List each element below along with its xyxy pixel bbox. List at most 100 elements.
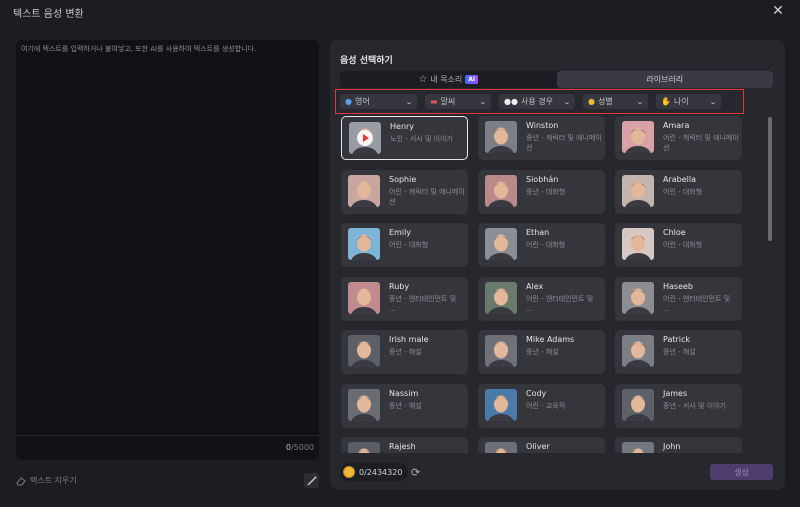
voice-avatar (485, 388, 517, 421)
voice-description: 중년 - 대화형 (526, 187, 566, 196)
ai-write-button[interactable] (304, 473, 319, 488)
voice-card[interactable]: James 중년 - 서사 및 이야기 (615, 383, 742, 428)
tab-my-voice-label: 내 목소리 (430, 75, 463, 84)
voice-card[interactable]: Sophie 어린 - 캐릭터 및 애니메이션 (341, 169, 468, 214)
voice-name: Amara (663, 121, 690, 130)
voice-avatar (622, 335, 654, 367)
voice-name: Arabella (663, 174, 697, 184)
voice-card[interactable]: Siobhán 중년 - 대화형 (478, 169, 605, 214)
refresh-icon[interactable]: ⟳ (411, 466, 420, 479)
voice-name: Siobhán (526, 174, 559, 184)
filter-gender-label: 성별 (597, 97, 613, 106)
play-icon[interactable] (357, 130, 373, 146)
tab-library[interactable]: 라이브러리 (556, 71, 773, 88)
voice-description: 노인 - 서사 및 이야기 (390, 135, 453, 143)
voice-name: Chloe (663, 228, 686, 237)
editor-placeholder: 여기에 텍스트를 입력하거나 붙여넣고, 또한 AI를 사용하여 텍스트를 생성… (21, 45, 257, 53)
generate-button[interactable]: 생성 (710, 464, 773, 480)
person-icon: ● (588, 97, 595, 106)
clear-text-button[interactable]: 텍스트 지우기 (16, 475, 77, 486)
voice-card[interactable]: Winston 중년 - 캐릭터 및 애니메이션 (478, 116, 605, 160)
star-icon: ☆ (418, 74, 428, 85)
voice-description: 어린 - 교육적 (526, 401, 566, 410)
voice-grid: Henry 노인 - 서사 및 이야기 Winston 중년 - 캐릭터 및 애니메이… (341, 116, 749, 453)
voice-description: 어린 - 엔터테인먼트 및 ... (663, 294, 731, 313)
voice-card[interactable]: Henry 노인 - 서사 및 이야기 (341, 116, 468, 160)
voice-description: 어린 - 캐릭터 및 애니메이션 (663, 134, 739, 152)
filter-accent[interactable]: ▬ 말씨 ⌄ (425, 94, 491, 109)
close-icon[interactable]: ✕ (770, 3, 786, 19)
char-counter: 0/5000 (286, 443, 314, 452)
clear-text-label: 텍스트 지우기 (30, 476, 77, 485)
voice-card[interactable]: Arabella 어린 - 대화형 (615, 169, 742, 214)
voice-description: 어린 - 대화형 (389, 241, 429, 249)
voice-avatar (348, 388, 380, 421)
voice-avatar (622, 121, 654, 153)
voice-avatar (485, 121, 517, 153)
voice-card[interactable]: Amara 어린 - 캐릭터 및 애니메이션 (615, 116, 742, 160)
voice-name: Alex (526, 281, 544, 291)
eraser-icon (16, 476, 26, 485)
voice-description: 중년 - 엔터테인먼트 및 ... (389, 294, 457, 313)
voice-name: Sophie (389, 174, 417, 184)
voice-avatar (348, 228, 380, 260)
voice-name: James (663, 388, 688, 398)
voice-card[interactable]: Emily 어린 - 대화형 (341, 223, 468, 267)
voice-avatar (485, 174, 517, 207)
ai-badge: AI (465, 75, 479, 84)
editor-divider (16, 435, 319, 436)
voice-card[interactable]: Ethan 어린 - 대화형 (478, 223, 605, 267)
voice-name: Ruby (389, 281, 410, 291)
voice-name: Henry (390, 122, 415, 131)
voice-panel-title: 음성 선택하기 (340, 56, 393, 66)
filter-language[interactable]: ● 영어 ⌄ (340, 94, 417, 109)
voice-card[interactable]: Rajesh (341, 437, 468, 453)
voice-card[interactable]: Irish male 중년 - 해설 (341, 330, 468, 374)
voice-card[interactable]: Mike Adams 중년 - 해설 (478, 330, 605, 374)
voice-name: Nassim (389, 388, 419, 398)
voice-avatar (622, 442, 654, 453)
voice-card[interactable]: Haseeb 어린 - 엔터테인먼트 및 ... (615, 276, 742, 321)
voice-avatar (485, 335, 517, 367)
tab-library-label: 라이브러리 (646, 75, 684, 84)
globe-icon: ● (345, 97, 352, 106)
filter-accent-label: 말씨 (440, 97, 456, 106)
voice-card[interactable]: Ruby 중년 - 엔터테인먼트 및 ... (341, 276, 468, 321)
voice-name: Irish male (389, 335, 429, 344)
text-editor[interactable]: 여기에 텍스트를 입력하거나 붙여넣고, 또한 AI를 사용하여 텍스트를 생성… (16, 40, 319, 460)
voice-card[interactable]: Oliver (478, 437, 605, 453)
coin-icon (343, 466, 355, 478)
voice-card[interactable]: Alex 어린 - 엔터테인먼트 및 ... (478, 276, 605, 321)
tts-window: 텍스트 음성 변환 ✕ 여기에 텍스트를 입력하거나 붙여넣고, 또한 AI를 … (0, 0, 800, 507)
voice-name: John (663, 442, 681, 451)
voice-description: 중년 - 해설 (389, 401, 422, 410)
filter-use-case[interactable]: ●● 사용 경우 ⌄ (499, 94, 575, 109)
voice-description: 중년 - 캐릭터 및 애니메이션 (526, 134, 602, 152)
voice-name: Winston (526, 121, 559, 130)
voice-card[interactable]: Cody 어린 - 교육적 (478, 383, 605, 428)
voice-description: 어린 - 엔터테인먼트 및 ... (526, 294, 594, 313)
filter-use-case-label: 사용 경우 (520, 97, 553, 106)
tab-my-voice[interactable]: ☆ 내 목소리 AI (340, 71, 557, 88)
voice-card[interactable]: John (615, 437, 742, 453)
filter-language-label: 영어 (354, 97, 370, 106)
flag-icon: ▬ (430, 97, 438, 106)
voice-description: 중년 - 해설 (663, 348, 696, 356)
voice-grid-scrollbar[interactable] (768, 117, 772, 241)
window-title: 텍스트 음성 변환 (13, 9, 84, 20)
filter-age-label: 나이 (673, 97, 689, 106)
char-max: /5000 (290, 443, 314, 452)
filter-age[interactable]: ✋ 나이 ⌄ (656, 94, 721, 109)
voice-card[interactable]: Nassim 중년 - 해설 (341, 383, 468, 428)
voice-description: 중년 - 서사 및 이야기 (663, 401, 726, 410)
hand-icon: ✋ (661, 97, 671, 106)
chevron-down-icon: ⌄ (708, 97, 718, 106)
voice-card[interactable]: Chloe 어린 - 대화형 (615, 223, 742, 267)
voice-avatar (485, 228, 517, 260)
voice-card[interactable]: Patrick 중년 - 해설 (615, 330, 742, 374)
voice-name: Patrick (663, 335, 691, 344)
chevron-down-icon: ⌄ (404, 97, 414, 106)
credits-value: 0/2434320 (359, 467, 403, 477)
voice-name: Cody (526, 388, 547, 398)
filter-gender[interactable]: ● 성별 ⌄ (583, 94, 648, 109)
